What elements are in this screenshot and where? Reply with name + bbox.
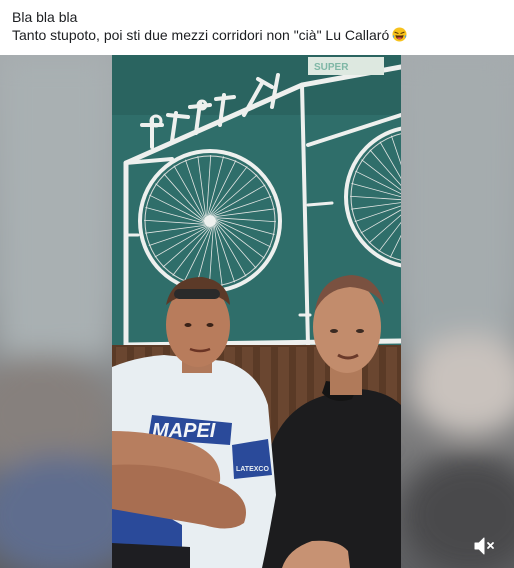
caption-line-2-wrapper: Tanto stupoto, poi sti due mezzi corrido… (12, 26, 507, 44)
caption-line-2: Tanto stupoto, poi sti due mezzi corrido… (12, 27, 390, 43)
wall-sign-text: SUPER (314, 62, 349, 73)
mute-button[interactable] (472, 535, 498, 557)
muted-speaker-icon (474, 537, 494, 555)
post-caption: Bla bla bla Tanto stupoto, poi sti due m… (12, 8, 507, 44)
caption-line-1: Bla bla bla (12, 9, 78, 25)
facebook-video-post: Bla bla bla Tanto stupoto, poi sti due m… (0, 0, 514, 568)
sleeve-text: LATEXCO (236, 466, 269, 473)
video-player[interactable]: SUPER MAPEI LATEXCO (0, 55, 514, 568)
laughing-crying-emoji-icon (392, 27, 407, 42)
video-frame: SUPER MAPEI LATEXCO (112, 55, 401, 568)
